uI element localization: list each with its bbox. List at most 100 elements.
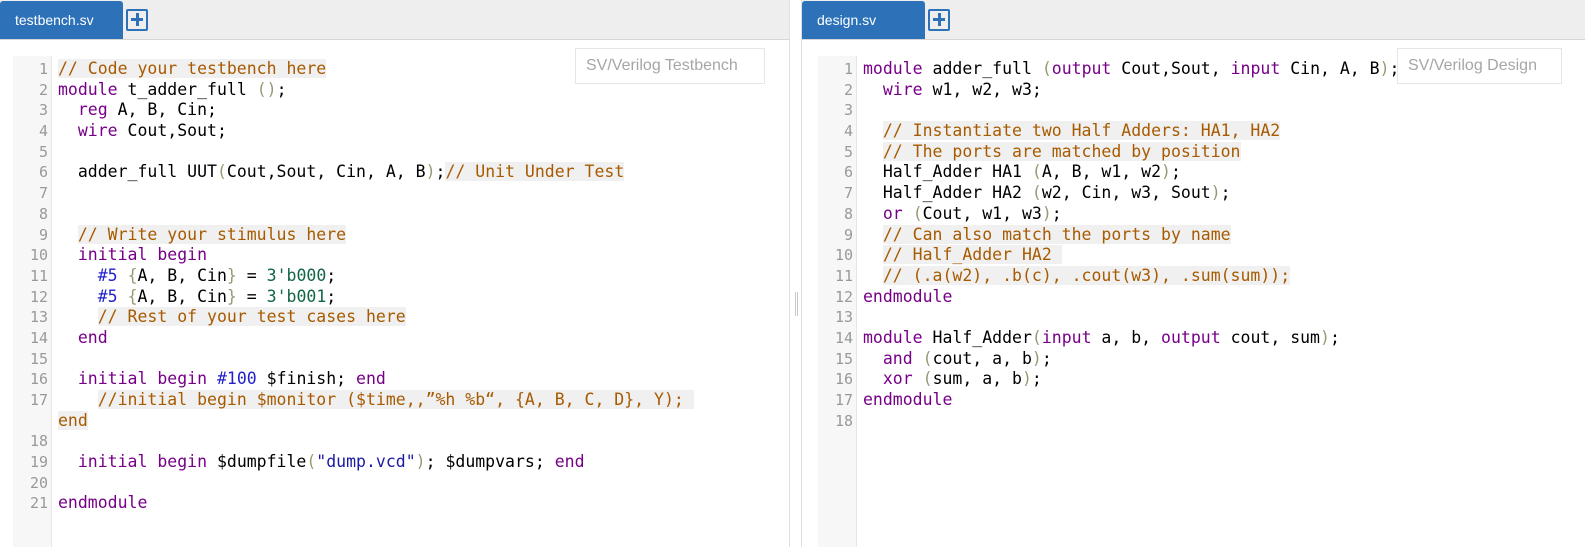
code-token: // Rest of your test cases here bbox=[97, 307, 406, 327]
code-token: w1, w2, w3; bbox=[922, 79, 1042, 99]
code-text[interactable]: wire w1, w2, w3; bbox=[863, 80, 1042, 101]
code-text[interactable]: endmodule bbox=[863, 390, 952, 411]
line-number: 20 bbox=[29, 473, 48, 492]
code-line[interactable]: 18 bbox=[818, 411, 1585, 432]
tab-testbench-sv[interactable]: testbench.sv bbox=[0, 1, 123, 39]
code-line[interactable]: 6 adder_full UUT(Cout,Sout, Cin, A, B);/… bbox=[13, 162, 789, 183]
code-line[interactable]: 21 endmodule bbox=[13, 493, 789, 514]
splitter-grip-icon[interactable] bbox=[795, 292, 798, 316]
code-token: A, B, Cin bbox=[137, 286, 227, 306]
code-token: #5 bbox=[97, 265, 118, 285]
code-text[interactable]: // Code your testbench here bbox=[58, 59, 327, 80]
code-text[interactable]: //initial begin $monitor ($time,,”%h %b“… bbox=[58, 390, 694, 431]
code-token: ( bbox=[922, 348, 933, 368]
pane-splitter[interactable] bbox=[789, 0, 802, 547]
code-text[interactable]: or (Cout, w1, w3); bbox=[863, 204, 1062, 225]
code-line[interactable]: 6 Half_Adder HA1 (A, B, w1, w2); bbox=[818, 162, 1585, 183]
design-editor[interactable]: 1 module adder_full (output Cout,Sout, in… bbox=[818, 56, 1585, 547]
code-line[interactable]: 10 initial begin bbox=[13, 245, 789, 266]
code-text[interactable]: initial begin bbox=[58, 245, 207, 266]
code-token: ( bbox=[1031, 327, 1042, 347]
design-tab-bar: design.sv bbox=[802, 0, 1585, 40]
code-text[interactable]: adder_full UUT(Cout,Sout, Cin, A, B);// … bbox=[58, 162, 625, 183]
code-line[interactable]: 3 bbox=[818, 100, 1585, 121]
code-text[interactable]: #5 {A, B, Cin} = 3'b000; bbox=[58, 266, 336, 287]
code-line[interactable]: 18 bbox=[13, 431, 789, 452]
testbench-editor[interactable]: 1 // Code your testbench here 2 module t_ad… bbox=[13, 56, 789, 547]
code-line[interactable]: 11 // (.a(w2), .b(c), .cout(w3), .sum(su… bbox=[818, 265, 1585, 287]
code-text[interactable]: initial begin #100 $finish; end bbox=[58, 369, 386, 390]
code-line[interactable]: 8 or (Cout, w1, w3); bbox=[818, 204, 1585, 225]
design-code-area[interactable]: 1 module adder_full (output Cout,Sout, in… bbox=[818, 59, 1585, 431]
line-number: 10 bbox=[29, 246, 48, 265]
code-text[interactable]: reg A, B, Cin; bbox=[58, 100, 217, 121]
add-tab-icon[interactable] bbox=[126, 9, 148, 31]
code-line[interactable]: 7 Half_Adder HA2 (w2, Cin, w3, Sout); bbox=[818, 183, 1585, 204]
code-text[interactable]: module Half_Adder(input a, b, output cou… bbox=[863, 328, 1340, 349]
testbench-code-area[interactable]: 1 // Code your testbench here 2 module t_ad… bbox=[13, 59, 789, 514]
code-text[interactable]: endmodule bbox=[863, 287, 952, 308]
code-token: cout, a, b bbox=[932, 348, 1032, 368]
code-line[interactable]: 12 #5 {A, B, Cin} = 3'b001; bbox=[13, 287, 789, 308]
code-line[interactable]: 3 reg A, B, Cin; bbox=[13, 100, 789, 121]
code-line[interactable]: 14 end bbox=[13, 328, 789, 349]
code-text[interactable]: initial begin $dumpfile("dump.vcd"); $du… bbox=[58, 452, 585, 473]
testbench-pane: testbench.sv SV/Verilog Testbench 1 // Co… bbox=[0, 0, 789, 547]
code-text[interactable]: and (cout, a, b); bbox=[863, 349, 1052, 370]
code-token: end bbox=[554, 452, 585, 472]
code-text[interactable]: end bbox=[58, 328, 108, 349]
code-line[interactable]: 13 // Rest of your test cases here bbox=[13, 307, 789, 328]
code-token: initial begin bbox=[77, 452, 208, 472]
code-text[interactable]: // (.a(w2), .b(c), .cout(w3), .sum(sum))… bbox=[863, 265, 1291, 287]
code-line[interactable]: 4 // Instantiate two Half Adders: HA1, H… bbox=[818, 121, 1585, 142]
code-text[interactable]: // Can also match the ports by name bbox=[863, 224, 1231, 246]
code-text[interactable]: module adder_full (output Cout,Sout, inp… bbox=[863, 59, 1399, 80]
code-text[interactable]: Half_Adder HA1 (A, B, w1, w2); bbox=[863, 162, 1181, 183]
code-line[interactable]: 13 bbox=[818, 307, 1585, 328]
code-line[interactable]: 9 // Write your stimulus here bbox=[13, 224, 789, 246]
code-token: // Code your testbench here bbox=[58, 59, 327, 78]
code-token: adder_full bbox=[922, 59, 1042, 78]
code-token: // Unit Under Test bbox=[445, 162, 625, 182]
code-line[interactable]: 7 bbox=[13, 183, 789, 204]
code-line[interactable]: 15 bbox=[13, 349, 789, 370]
code-text[interactable]: // Write your stimulus here bbox=[58, 224, 347, 246]
code-text[interactable]: wire Cout,Sout; bbox=[58, 121, 227, 142]
code-text[interactable]: // The ports are matched by position bbox=[863, 141, 1241, 163]
code-line[interactable]: 11 #5 {A, B, Cin} = 3'b000; bbox=[13, 266, 789, 287]
code-text[interactable]: // Instantiate two Half Adders: HA1, HA2 bbox=[863, 121, 1281, 142]
code-line[interactable]: 10 // Half_Adder HA2 bbox=[818, 245, 1585, 266]
code-text[interactable]: // Rest of your test cases here bbox=[58, 307, 406, 328]
code-line[interactable]: 14 module Half_Adder(input a, b, output c… bbox=[818, 328, 1585, 349]
tab-design-sv[interactable]: design.sv bbox=[802, 1, 925, 39]
line-number: 7 bbox=[843, 184, 853, 203]
code-token: ) bbox=[1031, 348, 1042, 368]
code-line[interactable]: 9 // Can also match the ports by name bbox=[818, 224, 1585, 246]
code-line[interactable]: 4 wire Cout,Sout; bbox=[13, 121, 789, 142]
code-token: or bbox=[882, 203, 903, 223]
add-tab-icon[interactable] bbox=[928, 9, 950, 31]
code-text[interactable]: endmodule bbox=[58, 493, 147, 514]
code-token: initial begin bbox=[77, 245, 208, 265]
code-text[interactable]: module t_adder_full (); bbox=[58, 80, 287, 101]
code-line[interactable]: 19 initial begin $dumpfile("dump.vcd"); … bbox=[13, 452, 789, 473]
code-line[interactable]: 16 xor (sum, a, b); bbox=[818, 369, 1585, 390]
code-line[interactable]: 17 endmodule bbox=[818, 390, 1585, 411]
code-line[interactable]: 17 //initial begin $monitor ($time,,”%h … bbox=[13, 390, 789, 431]
code-text[interactable]: // Half_Adder HA2 bbox=[863, 245, 1062, 266]
code-text[interactable]: xor (sum, a, b); bbox=[863, 369, 1042, 390]
code-line[interactable]: 20 bbox=[13, 473, 789, 494]
code-text[interactable]: #5 {A, B, Cin} = 3'b001; bbox=[58, 287, 336, 308]
code-line[interactable]: 16 initial begin #100 $finish; end bbox=[13, 369, 789, 390]
code-text[interactable]: Half_Adder HA2 (w2, Cin, w3, Sout); bbox=[863, 183, 1231, 204]
code-line[interactable]: 5 // The ports are matched by position bbox=[818, 141, 1585, 163]
code-line[interactable]: 12 endmodule bbox=[818, 287, 1585, 308]
code-line[interactable]: 5 bbox=[13, 142, 789, 163]
code-line[interactable]: 15 and (cout, a, b); bbox=[818, 349, 1585, 370]
code-line[interactable]: 8 bbox=[13, 204, 789, 225]
